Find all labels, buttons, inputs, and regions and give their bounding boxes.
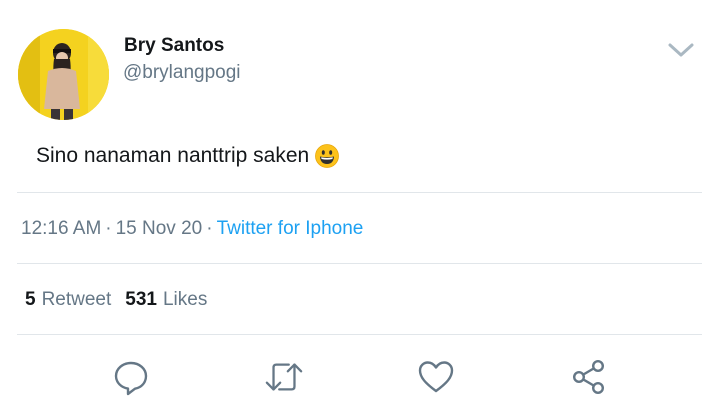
likes-count: 531 — [125, 289, 157, 310]
grinning-face-emoji-icon — [315, 144, 340, 168]
chevron-down-icon — [668, 43, 694, 57]
retweet-button[interactable] — [264, 357, 304, 397]
tweet-stats: 5 Retweet 531 Likes — [25, 289, 207, 311]
tweet-text-content: Sino nanaman nanttrip saken — [36, 144, 310, 167]
share-button[interactable] — [569, 357, 609, 397]
retweet-icon — [265, 363, 303, 391]
tweet-card: Bry Santos @brylangpogi Sino nanaman nan… — [0, 0, 719, 419]
tweet-date: 15 Nov 20 — [115, 218, 203, 239]
more-options-button[interactable] — [667, 40, 695, 60]
reply-button[interactable] — [111, 357, 151, 397]
tweet-source-link[interactable]: Twitter for Iphone — [217, 218, 364, 239]
separator: · — [105, 218, 112, 239]
like-button[interactable] — [416, 357, 456, 397]
likes-stat[interactable]: 531 Likes — [125, 289, 207, 311]
profile-photo-icon — [18, 29, 109, 120]
separator: · — [206, 218, 213, 239]
tweet-meta: 12:16 AM · 15 Nov 20 · Twitter for Iphone — [21, 218, 363, 240]
retweets-count: 5 — [25, 289, 36, 310]
retweets-stat[interactable]: 5 Retweet — [25, 289, 111, 311]
tweet-text: Sino nanaman nanttrip saken — [36, 144, 340, 168]
avatar[interactable] — [18, 29, 109, 120]
likes-label: Likes — [162, 289, 208, 310]
user-handle[interactable]: @brylangpogi — [123, 62, 241, 84]
like-icon — [418, 361, 454, 393]
reply-icon — [114, 361, 148, 396]
tweet-time: 12:16 AM — [21, 218, 102, 239]
divider — [17, 192, 702, 193]
retweets-label: Retweet — [41, 289, 112, 310]
display-name[interactable]: Bry Santos — [124, 35, 224, 57]
divider — [17, 334, 702, 335]
share-icon — [572, 359, 605, 395]
divider — [17, 263, 702, 264]
